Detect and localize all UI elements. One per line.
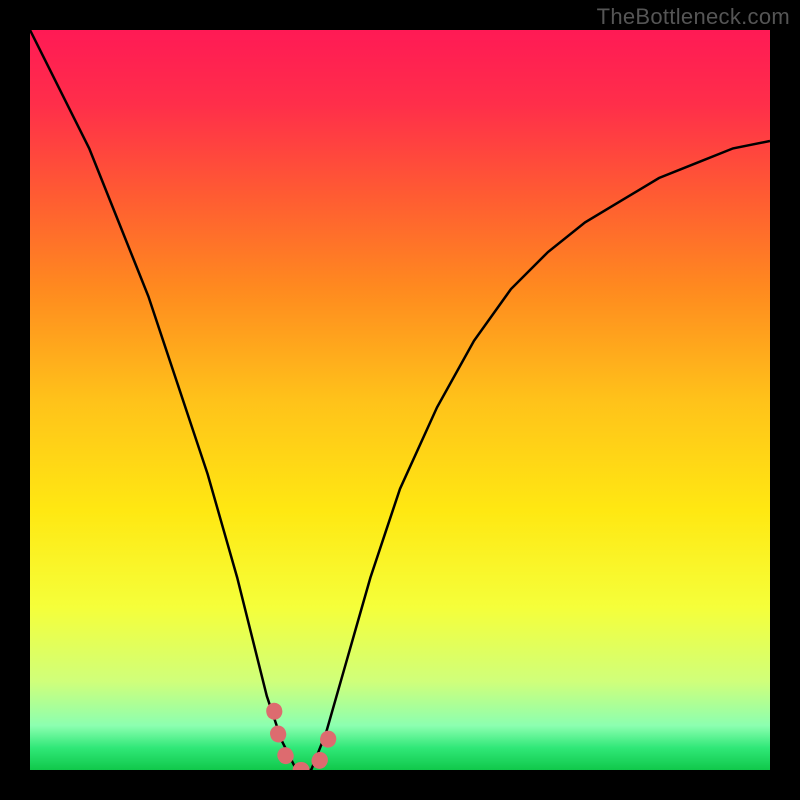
gradient-background [30,30,770,770]
bottleneck-chart [30,30,770,770]
chart-frame: TheBottleneck.com [0,0,800,800]
watermark-text: TheBottleneck.com [597,4,790,30]
